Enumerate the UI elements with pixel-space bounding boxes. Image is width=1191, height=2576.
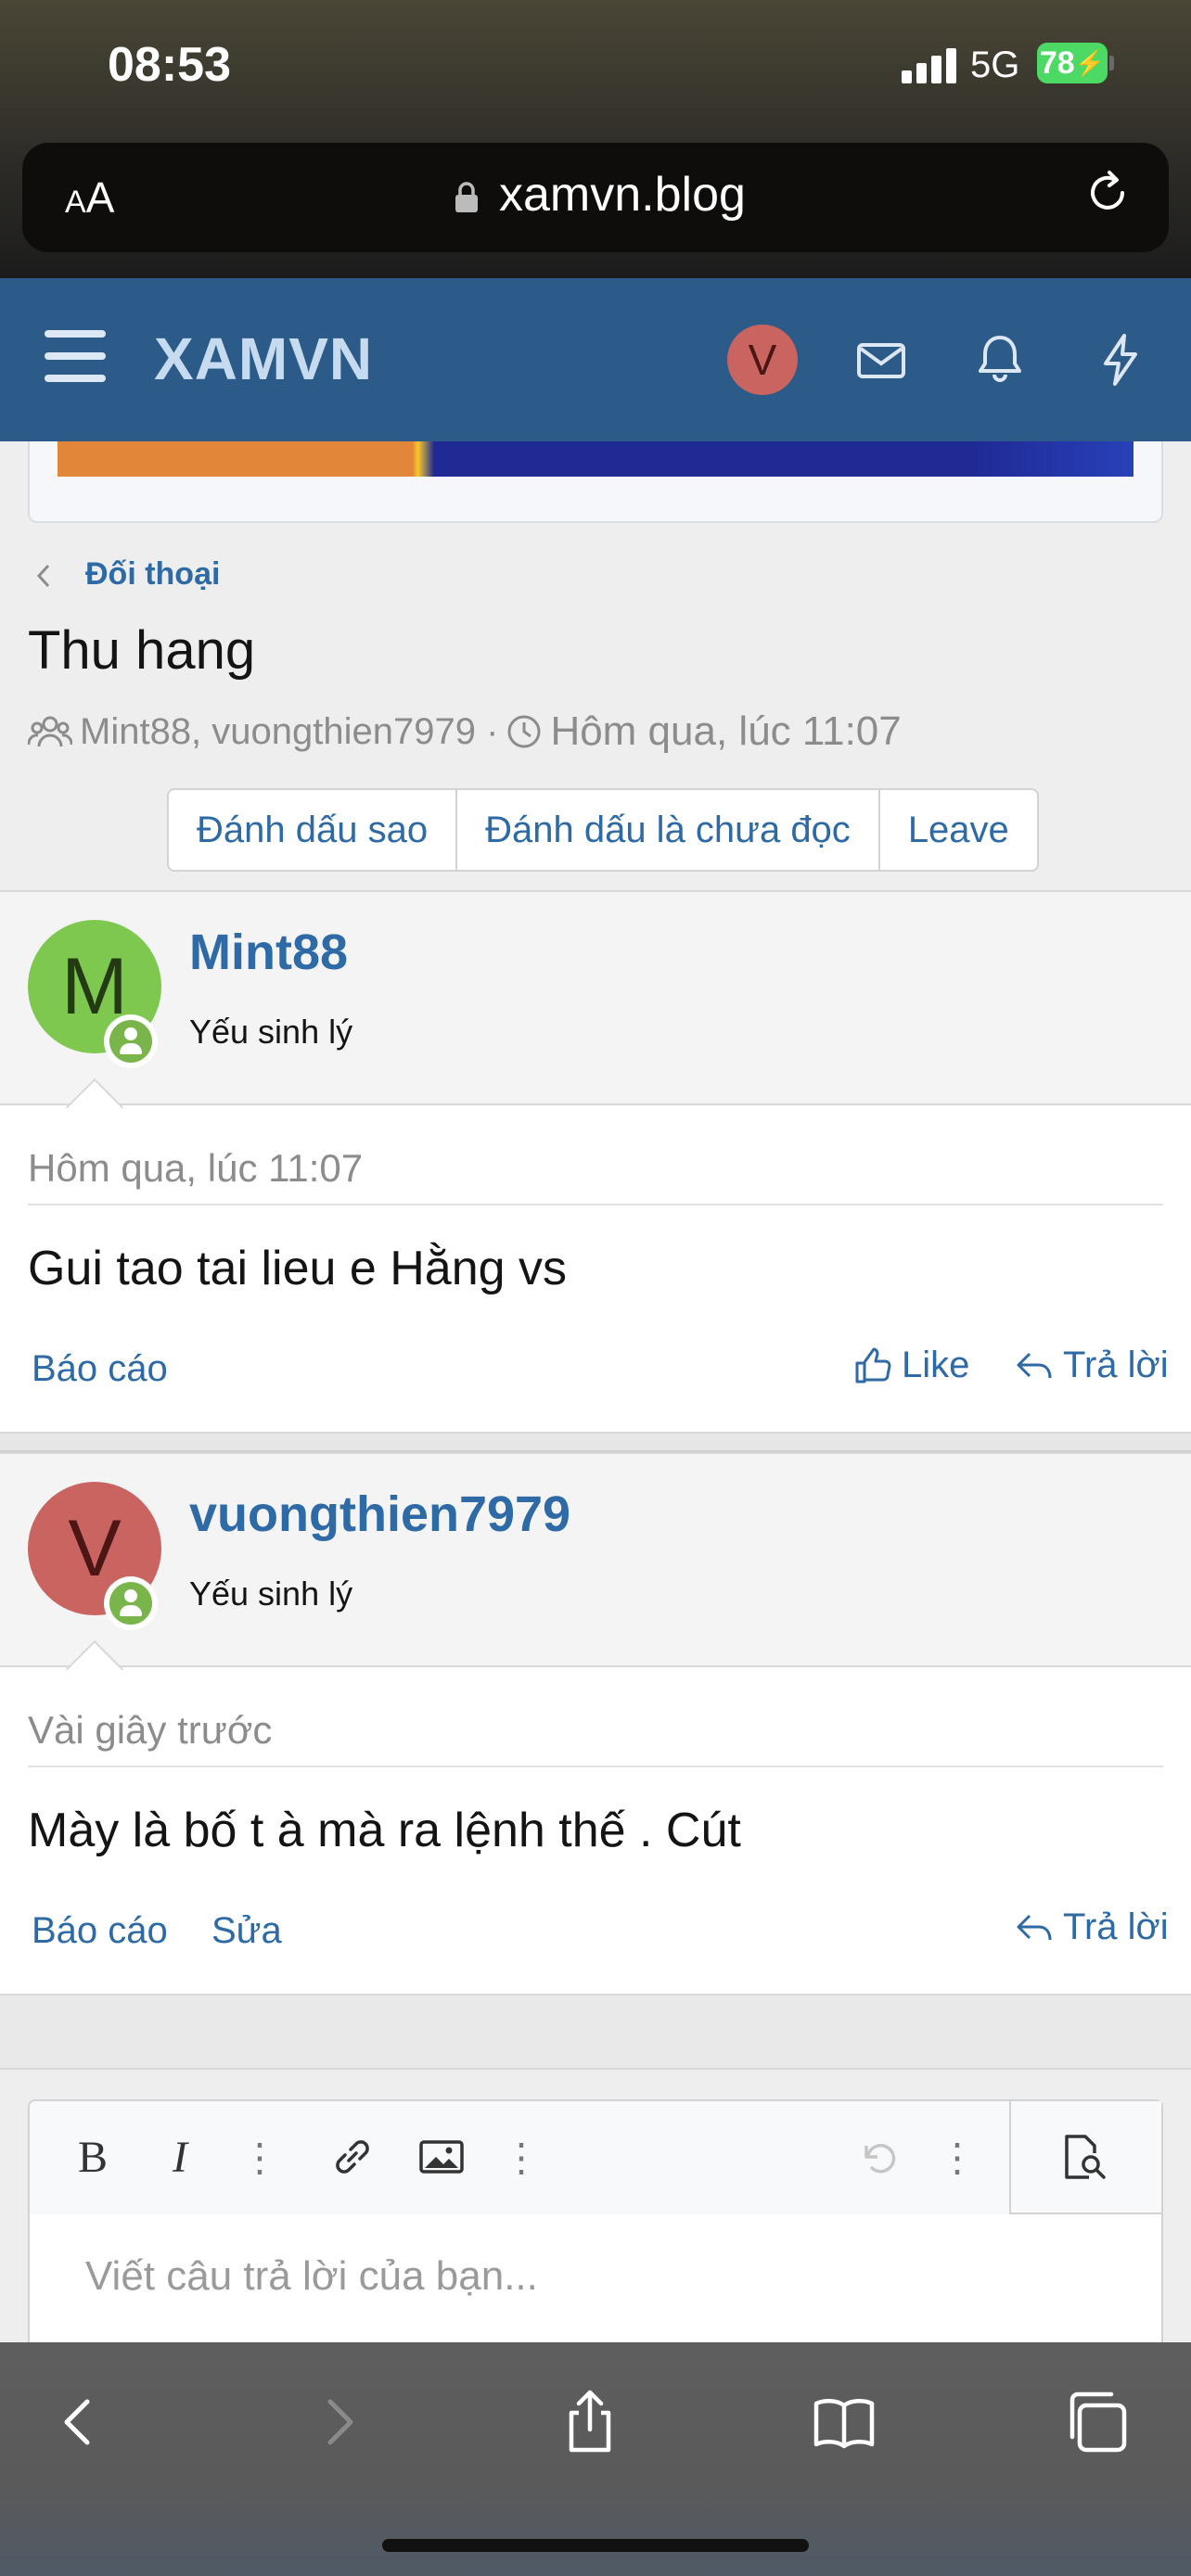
page-title: Thu hang [28,620,256,681]
mark-unread-button[interactable]: Đánh dấu là chưa đọc [457,790,880,870]
url-text[interactable]: xamvn.blog [499,167,746,223]
username[interactable]: vuongthien7979 [189,1486,570,1543]
reply-input[interactable]: Viết câu trả lời của bạn... [85,2253,538,2300]
star-button[interactable]: Đánh dấu sao [169,790,458,870]
link-icon[interactable] [327,2131,378,2183]
leave-button[interactable]: Leave [880,790,1037,870]
message-text: Mày là bố t à mà ra lệnh thế . Cút [28,1804,741,1857]
message-time[interactable]: Hôm qua, lúc 11:07 [28,1146,363,1191]
message-time[interactable]: Vài giây trước [28,1708,272,1753]
battery-level: 78 [1039,45,1075,81]
report-button[interactable]: Báo cáo [32,1348,168,1390]
reload-icon[interactable] [1082,167,1133,219]
divider [28,1766,1163,1767]
conversation-start-time: Hôm qua, lúc 11:07 [550,708,902,754]
online-status-icon [104,1014,158,1068]
back-icon[interactable] [45,2387,115,2457]
lock-icon [455,182,478,212]
menu-icon[interactable] [45,330,106,382]
header-avatar[interactable]: V [727,325,798,395]
battery-icon: 78 ⚡ [1037,43,1108,83]
italic-icon[interactable]: I [154,2131,206,2183]
reply-icon [1017,1914,1052,1940]
thumbs-up-icon [855,1347,891,1383]
users-icon [28,716,72,747]
reply-icon [1017,1352,1052,1378]
message-user-header [0,890,1191,1105]
preview-icon[interactable] [1057,2131,1109,2183]
tabs-icon[interactable] [1061,2387,1132,2457]
participants: Mint88, vuongthien7979 · [80,710,499,752]
divider [28,1204,1163,1205]
lightning-icon[interactable] [1091,330,1150,389]
report-button[interactable]: Báo cáo [32,1910,168,1952]
home-indicator[interactable] [382,2539,809,2552]
signal-icon [902,48,957,83]
bell-icon[interactable] [970,330,1030,389]
share-icon[interactable] [555,2387,625,2457]
bold-icon[interactable]: B [67,2131,119,2183]
site-logo[interactable]: XAMVN [154,325,373,393]
username[interactable]: Mint88 [189,924,348,981]
image-icon[interactable] [416,2131,467,2183]
banner-image[interactable] [58,441,1133,477]
more-icon[interactable]: ⋮ [495,2131,547,2183]
conversation-meta: Mint88, vuongthien7979 · Hôm qua, lúc 11… [28,708,902,755]
breadcrumb[interactable]: Đối thoại [85,556,220,593]
mail-icon[interactable] [852,330,911,389]
text-size-button[interactable]: AA [65,172,114,223]
reply-area-background [0,1996,1191,2070]
undo-icon[interactable] [853,2131,905,2183]
more-icon[interactable]: ⋮ [234,2131,286,2183]
online-status-icon [104,1576,158,1630]
user-title: Yếu sinh lý [189,1013,353,1051]
network-label: 5G [970,45,1020,85]
forward-icon[interactable] [302,2387,373,2457]
reply-button[interactable]: Trả lời [1015,1906,1169,1948]
status-time: 08:53 [108,38,231,92]
edit-button[interactable]: Sửa [211,1910,282,1952]
bookmarks-icon[interactable] [809,2387,879,2457]
chevron-left-icon[interactable] [32,560,56,592]
user-title: Yếu sinh lý [189,1575,353,1613]
message-user-header [0,1452,1191,1667]
battery-tip [1109,56,1114,70]
message-text: Gui tao tai lieu e Hằng vs [28,1242,567,1295]
more-icon[interactable]: ⋮ [931,2131,983,2183]
message-separator [0,1434,1191,1452]
like-button[interactable]: Like [853,1345,969,1386]
clock-icon [507,715,541,748]
conversation-actions: Đánh dấu sao Đánh dấu là chưa đọc Leave [167,788,1039,872]
reply-button[interactable]: Trả lời [1015,1345,1169,1386]
